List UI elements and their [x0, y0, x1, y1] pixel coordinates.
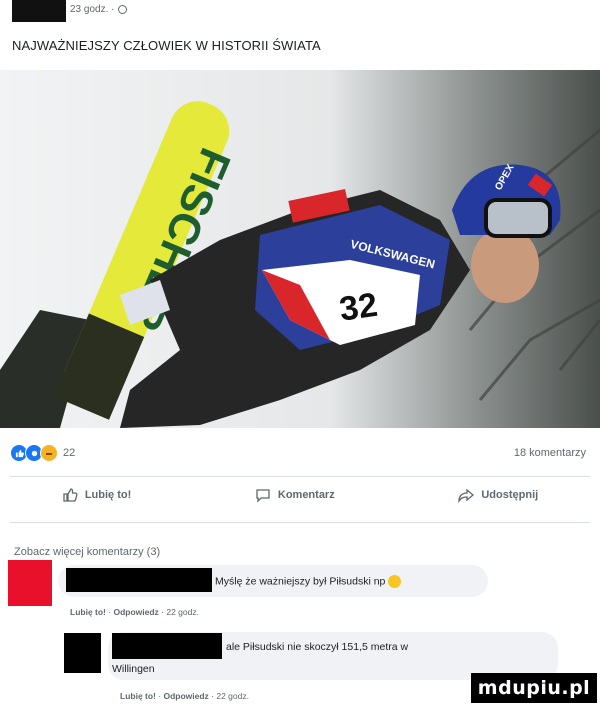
- comment-text-body: Myślę że ważniejszy był Piłsudski np: [215, 575, 386, 588]
- comment-button[interactable]: Komentarz: [255, 487, 335, 503]
- share-icon: [458, 488, 475, 503]
- reaction-count: 22: [63, 447, 76, 459]
- comment-time[interactable]: 22 godz.: [216, 691, 249, 701]
- avatar[interactable]: [8, 560, 52, 606]
- comment-like-link[interactable]: Lubię to!: [70, 607, 106, 617]
- avatar[interactable]: [64, 633, 101, 673]
- like-button[interactable]: Lubię to!: [62, 487, 131, 503]
- bib-number: 32: [337, 286, 380, 329]
- ski-jumper-photo: FISCHER 32 VOLKSWAGEN OPEX: [0, 70, 600, 428]
- comment-meta: Lubię to! · Odpowiedz · 22 godz.: [70, 607, 199, 617]
- thumbs-up-icon: [63, 488, 78, 502]
- smile-emoji-icon: [388, 575, 402, 588]
- view-more-comments-link[interactable]: Zobacz więcej komentarzy (3): [14, 546, 160, 558]
- share-button-label: Udostępnij: [481, 489, 539, 501]
- comment-text-line: Willingen: [112, 663, 155, 675]
- comment-text-line: ale Piłsudski nie skoczył 151,5 metra w: [226, 641, 409, 653]
- comment-time[interactable]: 22 godz.: [166, 607, 199, 617]
- globe-icon: [118, 5, 128, 14]
- comment-meta: Lubię to! · Odpowiedz · 22 godz.: [120, 691, 249, 701]
- like-button-label: Lubię to!: [84, 489, 132, 501]
- comment-icon: [256, 489, 270, 503]
- post-photo[interactable]: FISCHER 32 VOLKSWAGEN OPEX: [0, 70, 600, 428]
- site-watermark: mdupiu.pl: [471, 673, 597, 703]
- post-meta: 23 godz. ·: [70, 4, 128, 15]
- share-button[interactable]: Udostępnij: [458, 487, 538, 503]
- comment-count[interactable]: 18 komentarzy: [514, 447, 586, 459]
- redacted-commenter-name[interactable]: [66, 568, 212, 592]
- action-bar: Lubię to! Komentarz Udostępnij: [0, 478, 600, 512]
- comment-text: Myślę że ważniejszy był Piłsudski np: [215, 575, 402, 588]
- comment-reply-link[interactable]: Odpowiedz: [113, 607, 158, 617]
- comment-reply-link[interactable]: Odpowiedz: [163, 691, 208, 701]
- redacted-author-name[interactable]: [12, 0, 66, 22]
- haha-icon: [40, 444, 58, 462]
- comment-button-label: Komentarz: [277, 489, 335, 501]
- redacted-commenter-name[interactable]: [112, 633, 222, 659]
- post-text: NAJWAŻNIEJSZY CZŁOWIEK W HISTORII ŚWIATA: [12, 38, 321, 53]
- divider: [10, 522, 590, 523]
- post-timestamp[interactable]: 23 godz. ·: [70, 4, 114, 15]
- reaction-summary[interactable]: 22: [10, 444, 75, 462]
- comment-like-link[interactable]: Lubię to!: [120, 691, 156, 701]
- divider: [10, 476, 590, 477]
